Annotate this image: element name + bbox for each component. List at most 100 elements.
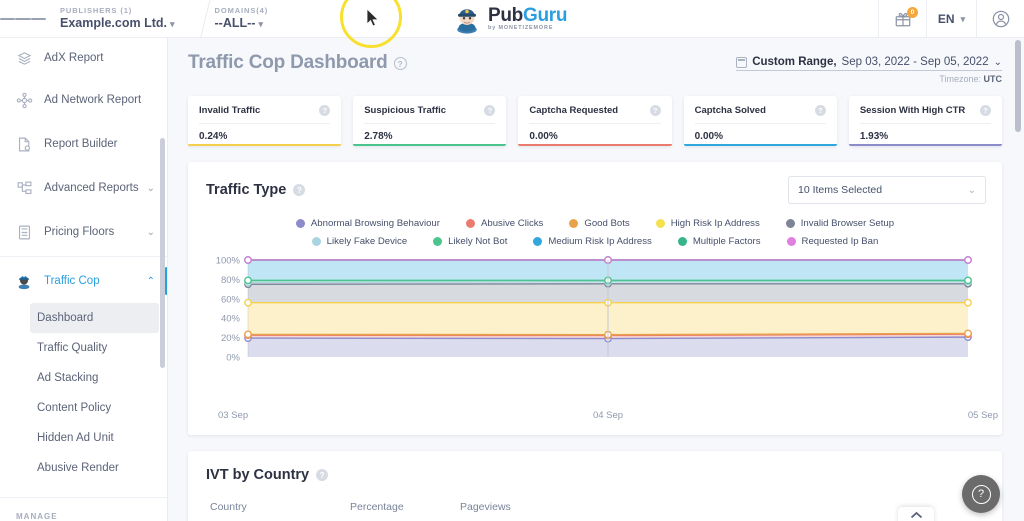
svg-text:0%: 0% [226, 353, 240, 364]
legend-item-likely-fake-device[interactable]: Likely Fake Device [311, 236, 407, 247]
sidebar-subitem-abusive-render[interactable]: Abusive Render [0, 453, 167, 483]
legend-item-requested-ip-ban[interactable]: Requested Ip Ban [786, 236, 878, 247]
sidebar-subitem-hidden-ad-unit[interactable]: Hidden Ad Unit [0, 423, 167, 453]
page-title-help-icon[interactable]: ? [393, 57, 407, 71]
language-selector[interactable]: EN ▾ [926, 0, 976, 38]
chart-x-axis-labels: 03 Sep 04 Sep 05 Sep [188, 404, 1002, 435]
help-icon[interactable]: ? [649, 105, 661, 116]
sidebar-subitem-dashboard[interactable]: Dashboard [30, 303, 159, 333]
traffic-cop-icon [14, 271, 34, 291]
brand-tagline: by MONETIZEMORE [488, 25, 554, 32]
legend-item-likely-not-bot[interactable]: Likely Not Bot [433, 236, 507, 247]
main-scrollbar[interactable] [1015, 40, 1021, 132]
page-header: Traffic Cop Dashboard? Custom Range, Sep… [168, 38, 1024, 84]
sitemap-icon [14, 178, 34, 198]
legend-item-abusive-clicks[interactable]: Abusive Clicks [465, 218, 543, 229]
sidebar-item-adx-report[interactable]: AdX Report [0, 38, 167, 78]
sidebar-item-advanced-reports[interactable]: Advanced Reports ⌄ [0, 166, 167, 210]
legend-item-abnormal-browsing-behaviour[interactable]: Abnormal Browsing Behaviour [295, 218, 440, 229]
legend-label: Likely Not Bot [448, 236, 508, 247]
metric-card-title: Session With High CTR [859, 105, 966, 116]
sidebar-item-ad-network-report[interactable]: Ad Network Report [0, 78, 167, 122]
pubguru-mascot-icon [457, 9, 477, 34]
gift-button[interactable]: 0 [878, 0, 926, 38]
panel-help-icon[interactable]: ? [316, 469, 329, 481]
brand-text: PubGuru by MONETIZEMORE [488, 6, 567, 31]
sidebar-subitem-ad-stacking[interactable]: Ad Stacking [0, 363, 167, 393]
legend-color-swatch [533, 237, 543, 246]
publisher-selector-value: Example.com Ltd. ▾ [60, 16, 175, 30]
legend-item-good-bots[interactable]: Good Bots [569, 218, 630, 229]
layers-icon [14, 48, 34, 68]
panel-title: IVT by Country [206, 467, 310, 483]
legend-row: Abnormal Browsing Behaviour Abusive Clic… [206, 218, 984, 229]
language-value: EN [937, 12, 955, 26]
metric-card-accent [848, 143, 1003, 146]
sidebar-item-label: Pricing Floors [44, 226, 115, 238]
help-icon[interactable]: ? [980, 105, 992, 116]
legend-color-swatch [677, 237, 687, 246]
metric-card-captcha-requested[interactable]: Captcha Requested ? 0.00% [518, 96, 672, 146]
sidebar-subitem-traffic-quality[interactable]: Traffic Quality [0, 333, 167, 363]
sidebar: AdX Report Ad Network Report Report Buil… [0, 38, 168, 521]
metric-card-value: 0.00% [694, 131, 723, 142]
domain-selector[interactable]: DOMAINS(4) --ALL-- ▾ [201, 0, 295, 37]
ivt-by-country-panel: IVT by Country ? Country Percentage Page… [188, 451, 1002, 521]
sidebar-item-report-builder[interactable]: Report Builder [0, 122, 167, 166]
metric-card-invalid-traffic[interactable]: Invalid Traffic ? 0.24% [188, 96, 342, 146]
legend-label: Invalid Browser Setup [800, 218, 895, 229]
x-tick-label: 05 Sep [967, 410, 998, 421]
help-icon[interactable]: ? [319, 105, 331, 116]
sidebar-subitem-content-policy[interactable]: Content Policy [0, 393, 167, 423]
ivt-column-header-percentage[interactable]: Percentage [350, 501, 460, 513]
scroll-to-top-button[interactable] [898, 507, 934, 521]
traffic-type-chart[interactable]: 0% 20% 40% 60% 80% 100% [206, 254, 984, 404]
sidebar-item-traffic-cop[interactable]: Traffic Cop ⌃ [0, 259, 167, 303]
publisher-selector[interactable]: PUBLISHERS (1) Example.com Ltd. ▾ [46, 0, 201, 37]
help-fab-button[interactable]: ? [962, 475, 1000, 513]
menu-toggle-button[interactable] [0, 0, 46, 37]
panel-title: Traffic Type [206, 182, 287, 198]
legend-label: High Risk Ip Address [670, 218, 760, 229]
main-content: Traffic Cop Dashboard? Custom Range, Sep… [168, 38, 1024, 521]
publisher-selector-label: PUBLISHERS (1) [60, 6, 133, 15]
x-tick-label: 03 Sep [218, 410, 249, 421]
legend-color-swatch [786, 237, 796, 246]
traffic-type-multiselect[interactable]: 10 Items Selected ⌄ [788, 176, 986, 204]
metric-card-captcha-solved[interactable]: Captcha Solved ? 0.00% [683, 96, 837, 146]
chevron-down-icon: ▾ [258, 19, 263, 29]
legend-color-swatch [295, 219, 305, 228]
help-icon[interactable]: ? [484, 105, 496, 116]
ivt-column-header-pageviews[interactable]: Pageviews [460, 501, 570, 513]
svg-text:40%: 40% [221, 314, 241, 325]
help-icon[interactable]: ? [814, 105, 826, 116]
ivt-header: IVT by Country ? [188, 451, 1002, 483]
chevron-down-icon: ⌄ [993, 56, 1002, 68]
legend-item-multiple-factors[interactable]: Multiple Factors [677, 236, 761, 247]
metric-card-value: 0.24% [199, 131, 228, 142]
user-avatar-icon [992, 10, 1009, 28]
user-account-button[interactable] [976, 0, 1024, 38]
metric-card-title: Invalid Traffic [199, 105, 261, 116]
panel-help-icon[interactable]: ? [293, 184, 306, 196]
sidebar-subitem-label: Abusive Render [37, 462, 119, 474]
traffic-type-panel: Traffic Type ? 10 Items Selected ⌄ Abnor… [188, 162, 1002, 435]
chevron-down-icon: ▾ [169, 19, 175, 29]
date-range-selector[interactable]: Custom Range, Sep 03, 2022 - Sep 05, 202… [736, 52, 1002, 84]
sidebar-item-pricing-floors[interactable]: Pricing Floors ⌄ [0, 210, 167, 254]
timezone-value: UTC [983, 74, 1003, 84]
date-range-line[interactable]: Custom Range, Sep 03, 2022 - Sep 05, 202… [736, 56, 1002, 71]
help-icon: ? [971, 484, 991, 504]
brand-logo[interactable]: PubGuru by MONETIZEMORE [452, 0, 567, 38]
legend-item-invalid-browser-setup[interactable]: Invalid Browser Setup [785, 218, 895, 229]
hamburger-icon [0, 17, 16, 20]
legend-item-high-risk-ip-address[interactable]: High Risk Ip Address [655, 218, 760, 229]
x-tick-label: 04 Sep [592, 410, 624, 421]
metric-card-suspicious-traffic[interactable]: Suspicious Traffic ? 2.78% [353, 96, 507, 146]
legend-item-medium-risk-ip-address[interactable]: Medium Risk Ip Address [533, 236, 652, 247]
sidebar-scrollbar[interactable] [160, 138, 165, 368]
sidebar-subitem-label: Dashboard [37, 312, 94, 324]
metric-card-session-with-high-ctr[interactable]: Session With High CTR ? 1.93% [848, 96, 1003, 146]
active-indicator [165, 267, 167, 295]
ivt-column-header-country[interactable]: Country [210, 501, 350, 513]
